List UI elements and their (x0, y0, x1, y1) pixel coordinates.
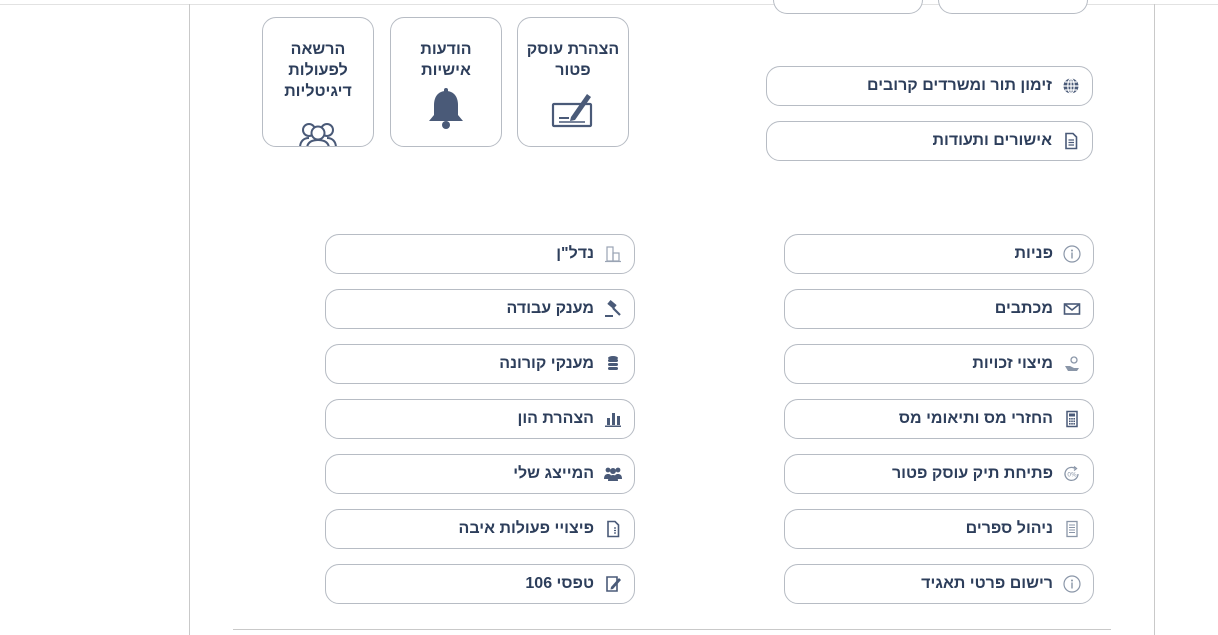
link-label: מכתבים (994, 300, 1053, 317)
letters-link[interactable]: מכתבים (784, 289, 1094, 329)
tax-refunds-link[interactable]: החזרי מס ותיאומי מס (784, 399, 1094, 439)
card-title: הצהרת עוסק פטור (526, 41, 620, 79)
appointment-link[interactable]: זימון תור ומשרדים קרובים (766, 66, 1093, 106)
ledger-icon (1063, 520, 1081, 538)
hostile-acts-compensation-link[interactable]: פיצויי פעולות איבה (325, 509, 635, 549)
bell-icon (426, 88, 466, 135)
document-icon (604, 520, 622, 538)
card-personal-messages[interactable]: הודעות אישיות (390, 17, 502, 147)
bookkeeping-link[interactable]: ניהול ספרים (784, 509, 1094, 549)
inquiries-link[interactable]: פניות (784, 234, 1094, 274)
rights-link[interactable]: מיצוי זכויות (784, 344, 1094, 384)
coins-icon (604, 355, 622, 373)
hand-coin-icon (1063, 355, 1081, 373)
link-label: מיצוי זכויות (972, 355, 1053, 372)
link-label: רישום פרטי תאגיד (921, 575, 1053, 592)
bar-chart-icon (604, 410, 622, 428)
link-label: מענק עבודה (506, 300, 594, 317)
work-grant-link[interactable]: מענק עבודה (325, 289, 635, 329)
my-representative-link[interactable]: המייצג שלי (325, 454, 635, 494)
check-pen-icon (551, 90, 595, 135)
link-label: מענקי קורונה (499, 355, 594, 372)
partial-link-button[interactable] (773, 0, 923, 14)
card-exempt-declaration[interactable]: הצהרת עוסק פטור (517, 17, 629, 147)
calculator-icon (1063, 410, 1081, 428)
partial-link-button[interactable] (938, 0, 1088, 14)
form-106-link[interactable]: טפסי 106 (325, 564, 635, 604)
link-label: החזרי מס ותיאומי מס (898, 410, 1053, 427)
globe-icon (1062, 77, 1080, 95)
capital-declaration-link[interactable]: הצהרת הון (325, 399, 635, 439)
form-edit-icon (604, 575, 622, 593)
corona-grants-link[interactable]: מענקי קורונה (325, 344, 635, 384)
info-icon (1063, 245, 1081, 263)
gavel-icon (604, 300, 622, 318)
open-exempt-file-link[interactable]: 0% פתיחת תיק עוסק פטור (784, 454, 1094, 494)
info-icon (1063, 575, 1081, 593)
building-icon (604, 245, 622, 263)
card-title: הודעות אישיות (420, 41, 472, 79)
link-label: פתיחת תיק עוסק פטור (891, 465, 1053, 482)
svg-text:0%: 0% (1067, 472, 1077, 479)
link-label: פניות (1014, 245, 1053, 262)
corporate-registration-link[interactable]: רישום פרטי תאגיד (784, 564, 1094, 604)
envelope-icon (1063, 300, 1081, 318)
users-icon (297, 121, 339, 146)
percent-refresh-icon: 0% (1063, 465, 1081, 483)
content-right-border (1154, 4, 1155, 635)
link-label: פיצויי פעולות איבה (458, 520, 594, 537)
card-digital-authorization[interactable]: הרשאה לפעולות דיגיטליות (262, 17, 374, 147)
link-label: הצהרת הון (517, 410, 594, 427)
card-title: הרשאה לפעולות דיגיטליות (284, 41, 352, 100)
certificates-link[interactable]: אישורים ותעודות (766, 121, 1093, 161)
bottom-divider (233, 629, 1111, 630)
link-label: טפסי 106 (525, 575, 594, 592)
link-label: נדל"ן (556, 245, 594, 262)
appointment-label: זימון תור ומשרדים קרובים (866, 77, 1052, 94)
content-left-border (189, 4, 190, 635)
certificates-label: אישורים ותעודות (932, 132, 1052, 149)
link-label: ניהול ספרים (965, 520, 1053, 537)
real-estate-link[interactable]: נדל"ן (325, 234, 635, 274)
link-label: המייצג שלי (513, 465, 594, 482)
document-icon (1062, 132, 1080, 150)
group-icon (604, 465, 622, 483)
